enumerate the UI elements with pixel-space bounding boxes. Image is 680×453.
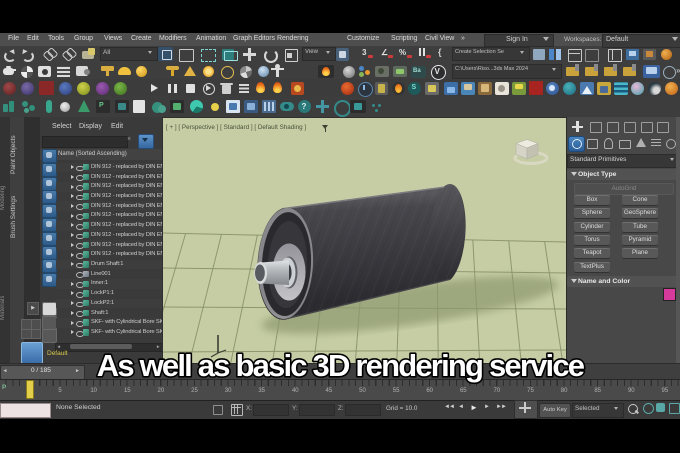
svg-text:As well as basic 3D rendering: As well as basic 3D rendering service bbox=[97, 348, 585, 383]
